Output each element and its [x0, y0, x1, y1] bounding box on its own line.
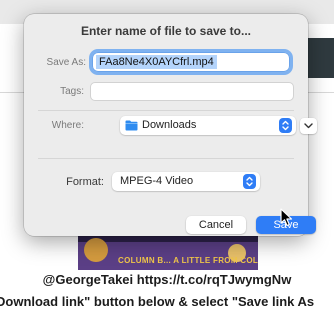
- chevron-down-icon: [304, 123, 313, 129]
- format-select[interactable]: MPEG-4 Video: [112, 172, 260, 191]
- dialog-divider-2: [38, 158, 294, 159]
- dialog-title: Enter name of file to save to...: [80, 24, 252, 38]
- save-as-label: Save As:: [46, 57, 86, 68]
- dialog-divider: [38, 110, 294, 111]
- thumbnail-figure: [84, 238, 108, 262]
- folder-icon: [125, 120, 138, 131]
- expand-dialog-button[interactable]: [300, 118, 317, 134]
- filename-input[interactable]: FAa8Ne4X0AYCfrl.mp4: [92, 52, 290, 72]
- tags-label: Tags:: [60, 86, 84, 97]
- download-instruction: Download link" button below & select "Sa…: [0, 294, 315, 309]
- thumbnail-caption: COLUMN B... A LITTLE FROM COLUMN B: [118, 256, 258, 265]
- save-dialog: Enter name of file to save to... Save As…: [24, 14, 317, 236]
- chevron-updown-icon: [243, 174, 256, 189]
- cancel-button[interactable]: Cancel: [186, 216, 246, 234]
- where-select[interactable]: Downloads: [120, 116, 296, 135]
- chevron-updown-icon: [279, 118, 292, 133]
- tags-input[interactable]: [90, 82, 294, 101]
- format-label: Format:: [66, 176, 104, 188]
- format-value: MPEG-4 Video: [120, 175, 194, 187]
- arrow-cursor-icon: [280, 208, 293, 227]
- where-value: Downloads: [142, 119, 197, 131]
- filename-selection: FAa8Ne4X0AYCfrl.mp4: [96, 55, 217, 69]
- tweet-handle-link[interactable]: @GeorgeTakei https://t.co/rqTJwymgNw: [0, 272, 334, 287]
- where-label: Where:: [51, 120, 84, 131]
